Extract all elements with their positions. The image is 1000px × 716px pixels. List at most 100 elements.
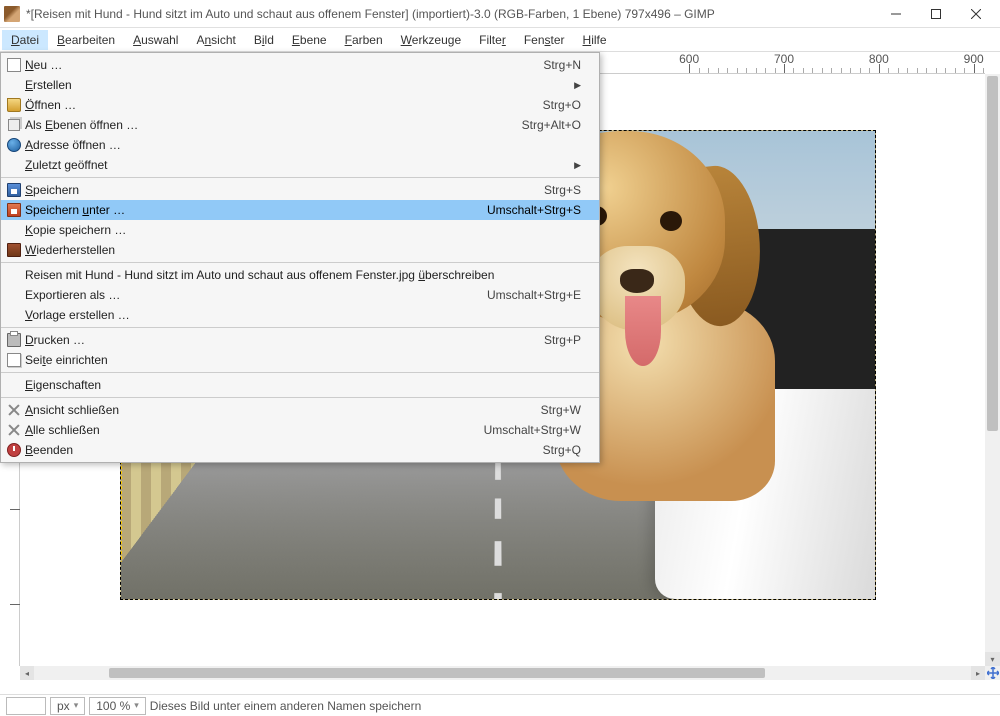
menu-item-label: Neu … bbox=[25, 58, 543, 72]
menu-item-label: Beenden bbox=[25, 443, 543, 457]
menu-item-öffnen[interactable]: Öffnen …Strg+O bbox=[1, 95, 599, 115]
menu-item-drucken[interactable]: Drucken …Strg+P bbox=[1, 330, 599, 350]
menu-item-label: Wiederherstellen bbox=[25, 243, 581, 257]
menu-item-als-ebenen-öffnen[interactable]: Als Ebenen öffnen …Strg+Alt+O bbox=[1, 115, 599, 135]
menu-item-label: Kopie speichern … bbox=[25, 223, 581, 237]
menu-item-label: Eigenschaften bbox=[25, 378, 581, 392]
status-message: Dieses Bild unter einem anderen Namen sp… bbox=[150, 699, 421, 713]
menu-item-shortcut: Umschalt+Strg+E bbox=[487, 288, 581, 302]
menu-item-label: Exportieren als … bbox=[25, 288, 487, 302]
save-icon bbox=[3, 182, 25, 198]
menu-item-eigenschaften[interactable]: Eigenschaften bbox=[1, 375, 599, 395]
menu-fenster[interactable]: Fenster bbox=[515, 30, 574, 50]
close-icon bbox=[3, 422, 25, 438]
menu-item-label: Vorlage erstellen … bbox=[25, 308, 581, 322]
unit-selector[interactable]: px▾ bbox=[50, 697, 85, 715]
menu-ansicht[interactable]: Ansicht bbox=[187, 30, 244, 50]
menu-item-label: Erstellen bbox=[25, 78, 574, 92]
minimize-button[interactable] bbox=[876, 0, 916, 28]
status-coords bbox=[6, 697, 46, 715]
submenu-arrow-icon: ▶ bbox=[574, 160, 581, 171]
scroll-left-button[interactable]: ◂ bbox=[20, 666, 34, 680]
menu-item-shortcut: Strg+P bbox=[544, 333, 581, 347]
scroll-down-button[interactable]: ▾ bbox=[985, 652, 1000, 666]
horizontal-scroll-thumb[interactable] bbox=[109, 668, 765, 678]
menu-item-neu[interactable]: Neu …Strg+N bbox=[1, 55, 599, 75]
app-icon bbox=[4, 6, 20, 22]
vertical-scroll-thumb[interactable] bbox=[987, 76, 998, 431]
zoom-selector[interactable]: 100 %▾ bbox=[89, 697, 146, 715]
menu-item-seite-einrichten[interactable]: Seite einrichten bbox=[1, 350, 599, 370]
menu-item-shortcut: Umschalt+Strg+S bbox=[487, 203, 581, 217]
layers-icon bbox=[3, 117, 25, 133]
quit-icon bbox=[3, 442, 25, 458]
blank-icon bbox=[3, 377, 25, 393]
revert-icon bbox=[3, 242, 25, 258]
close-icon bbox=[3, 402, 25, 418]
menu-farben[interactable]: Farben bbox=[336, 30, 392, 50]
menu-item-shortcut: Strg+W bbox=[541, 403, 581, 417]
menu-item-label: Adresse öffnen … bbox=[25, 138, 581, 152]
menu-item-shortcut: Strg+N bbox=[543, 58, 581, 72]
menu-item-speichern[interactable]: SpeichernStrg+S bbox=[1, 180, 599, 200]
menu-item-label: Alle schließen bbox=[25, 423, 484, 437]
menu-hilfe[interactable]: Hilfe bbox=[574, 30, 616, 50]
menu-item-shortcut: Strg+Q bbox=[543, 443, 581, 457]
menu-item-kopie-speichern[interactable]: Kopie speichern … bbox=[1, 220, 599, 240]
menu-item-alle-schließen[interactable]: Alle schließenUmschalt+Strg+W bbox=[1, 420, 599, 440]
menu-item-shortcut: Strg+S bbox=[544, 183, 581, 197]
menu-item-label: Ansicht schließen bbox=[25, 403, 541, 417]
menu-item-zuletzt-geöffnet[interactable]: Zuletzt geöffnet▶ bbox=[1, 155, 599, 175]
menu-bearbeiten[interactable]: Bearbeiten bbox=[48, 30, 124, 50]
submenu-arrow-icon: ▶ bbox=[574, 80, 581, 91]
menu-item-wiederherstellen[interactable]: Wiederherstellen bbox=[1, 240, 599, 260]
menu-item-beenden[interactable]: BeendenStrg+Q bbox=[1, 440, 599, 460]
close-button[interactable] bbox=[956, 0, 996, 28]
print-icon bbox=[3, 332, 25, 348]
menu-item-label: Zuletzt geöffnet bbox=[25, 158, 574, 172]
open-icon bbox=[3, 97, 25, 113]
menu-item-label: Reisen mit Hund - Hund sitzt im Auto und… bbox=[25, 268, 581, 282]
menu-item-label: Seite einrichten bbox=[25, 353, 581, 367]
blank-icon bbox=[3, 307, 25, 323]
file-menu-dropdown: Neu …Strg+NErstellen▶Öffnen …Strg+OAls E… bbox=[0, 52, 600, 463]
menu-item-adresse-öffnen[interactable]: Adresse öffnen … bbox=[1, 135, 599, 155]
menu-datei[interactable]: Datei bbox=[2, 30, 48, 50]
saveas-icon bbox=[3, 202, 25, 218]
blank-icon bbox=[3, 267, 25, 283]
menu-item-label: Speichern bbox=[25, 183, 544, 197]
scroll-right-button[interactable]: ▸ bbox=[971, 666, 985, 680]
titlebar: *[Reisen mit Hund - Hund sitzt im Auto u… bbox=[0, 0, 1000, 28]
menu-item-erstellen[interactable]: Erstellen▶ bbox=[1, 75, 599, 95]
menu-item-shortcut: Strg+O bbox=[543, 98, 581, 112]
window-title: *[Reisen mit Hund - Hund sitzt im Auto u… bbox=[26, 7, 876, 21]
menu-item-label: Drucken … bbox=[25, 333, 544, 347]
menu-item-ansicht-schließen[interactable]: Ansicht schließenStrg+W bbox=[1, 400, 599, 420]
menu-filter[interactable]: Filter bbox=[470, 30, 515, 50]
statusbar: px▾ 100 %▾ Dieses Bild unter einem ander… bbox=[0, 694, 1000, 716]
blank-icon bbox=[3, 157, 25, 173]
vertical-scrollbar[interactable]: ▾ bbox=[985, 74, 1000, 666]
menu-auswahl[interactable]: Auswahl bbox=[124, 30, 187, 50]
horizontal-scrollbar[interactable]: ◂ ▸ bbox=[20, 666, 985, 680]
menu-item-reisen-mit-hund-hund-sitzt-im-[interactable]: Reisen mit Hund - Hund sitzt im Auto und… bbox=[1, 265, 599, 285]
menu-ebene[interactable]: Ebene bbox=[283, 30, 336, 50]
menu-item-shortcut: Strg+Alt+O bbox=[522, 118, 581, 132]
menu-item-label: Öffnen … bbox=[25, 98, 543, 112]
maximize-button[interactable] bbox=[916, 0, 956, 28]
menu-item-vorlage-erstellen[interactable]: Vorlage erstellen … bbox=[1, 305, 599, 325]
menu-item-exportieren-als[interactable]: Exportieren als …Umschalt+Strg+E bbox=[1, 285, 599, 305]
menu-item-speichern-unter[interactable]: Speichern unter …Umschalt+Strg+S bbox=[1, 200, 599, 220]
globe-icon bbox=[3, 137, 25, 153]
blank-icon bbox=[3, 77, 25, 93]
navigation-icon[interactable] bbox=[985, 666, 1000, 680]
blank-icon bbox=[3, 222, 25, 238]
menu-werkzeuge[interactable]: Werkzeuge bbox=[392, 30, 470, 50]
menu-bild[interactable]: Bild bbox=[245, 30, 283, 50]
new-icon bbox=[3, 57, 25, 73]
pageset-icon bbox=[3, 352, 25, 368]
menu-item-label: Speichern unter … bbox=[25, 203, 487, 217]
blank-icon bbox=[3, 287, 25, 303]
menu-item-shortcut: Umschalt+Strg+W bbox=[484, 423, 581, 437]
menubar: DateiBearbeitenAuswahlAnsichtBildEbeneFa… bbox=[0, 28, 1000, 52]
